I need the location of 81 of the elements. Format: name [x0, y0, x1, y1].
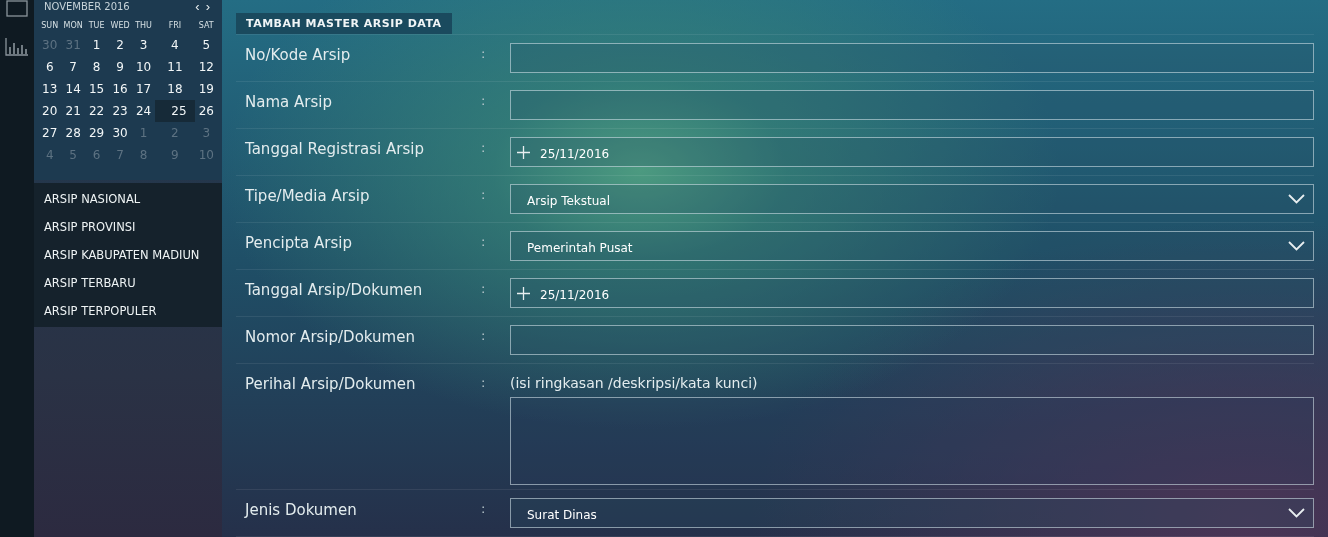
- calendar-day[interactable]: 14: [61, 78, 85, 100]
- date-field[interactable]: 25/11/2016: [510, 278, 1314, 308]
- sidebar-item[interactable]: ARSIP NASIONAL: [34, 185, 222, 213]
- calendar-day[interactable]: 22: [84, 100, 109, 122]
- dropdown-field[interactable]: Pemerintah Pusat: [510, 231, 1314, 261]
- calendar-day[interactable]: 5: [194, 34, 218, 56]
- plus-icon[interactable]: [517, 286, 530, 300]
- field-hint: (isi ringkasan /deskripsi/kata kunci): [510, 374, 759, 393]
- input-field[interactable]: [510, 43, 1314, 73]
- weekday-label: THU: [134, 20, 153, 32]
- chevron-down-icon: [1288, 194, 1305, 204]
- field-label: Pencipta Arsip: [244, 233, 353, 254]
- weekday-label: FRI: [167, 20, 183, 32]
- calendar-day[interactable]: 1: [84, 34, 109, 56]
- calendar-day[interactable]: 21: [61, 100, 85, 122]
- calendar-day[interactable]: 29: [84, 122, 109, 144]
- dropdown-field[interactable]: Surat Dinas: [510, 498, 1314, 528]
- chevron-down-icon: [1288, 508, 1305, 518]
- colon-separator: :: [481, 45, 487, 63]
- text-area[interactable]: [510, 397, 1314, 485]
- calendar-day[interactable]: 24: [131, 100, 156, 122]
- input-field[interactable]: [510, 90, 1314, 120]
- sidebar-item[interactable]: ARSIP TERBARU: [34, 269, 222, 297]
- colon-separator: :: [481, 139, 487, 157]
- sidebar-item[interactable]: ARSIP TERPOPULER: [34, 297, 222, 325]
- colon-separator: :: [481, 280, 487, 298]
- dropdown-field[interactable]: Arsip Tekstual: [510, 184, 1314, 214]
- calendar-day[interactable]: 10: [131, 56, 156, 78]
- calendar-day[interactable]: 28: [61, 122, 85, 144]
- field-label: Jenis Dokumen: [243, 500, 358, 521]
- sidebar-item[interactable]: ARSIP PROVINSI: [34, 213, 222, 241]
- window-icon[interactable]: [6, 0, 28, 17]
- colon-separator: :: [481, 186, 487, 204]
- calendar-day[interactable]: 17: [131, 78, 156, 100]
- calendar-day[interactable]: 18: [155, 78, 195, 100]
- weekday-label: WED: [109, 20, 131, 32]
- calendar-day[interactable]: 7: [61, 56, 85, 78]
- colon-separator: :: [481, 92, 487, 110]
- field-label: Tipe/Media Arsip: [244, 186, 371, 207]
- chevron-down-icon: [1288, 241, 1305, 251]
- form-title: TAMBAH MASTER ARSIP DATA: [236, 13, 452, 34]
- calendar-day[interactable]: 25: [155, 100, 195, 122]
- field-label: Tanggal Registrasi Arsip: [244, 139, 425, 160]
- calendar-day[interactable]: 6: [38, 56, 62, 78]
- bar-chart-icon[interactable]: [5, 37, 29, 56]
- plus-icon[interactable]: [517, 145, 530, 159]
- calendar-day[interactable]: 30: [108, 122, 132, 144]
- field-label: Nomor Arsip/Dokumen: [244, 327, 416, 348]
- calendar-month: NOVEMBER 2016: [44, 1, 130, 13]
- next-month-button[interactable]: ›: [203, 1, 212, 13]
- weekday-label: TUE: [87, 20, 106, 32]
- calendar-day[interactable]: 15: [84, 78, 109, 100]
- calendar-day[interactable]: 20: [38, 100, 62, 122]
- previous-month-button[interactable]: ‹: [193, 1, 202, 13]
- weekday-label: SAT: [197, 20, 215, 32]
- colon-separator: :: [481, 327, 487, 345]
- field-label: Perihal Arsip/Dokumen: [244, 374, 417, 395]
- weekday-label: MON: [62, 20, 84, 32]
- calendar-day[interactable]: 8: [84, 56, 109, 78]
- calendar-day[interactable]: 19: [194, 78, 218, 100]
- calendar-day[interactable]: 12: [194, 56, 218, 78]
- field-label: Tanggal Arsip/Dokumen: [244, 280, 424, 301]
- calendar-day[interactable]: 3: [131, 34, 156, 56]
- calendar-day[interactable]: 11: [155, 56, 195, 78]
- calendar-day[interactable]: 4: [155, 34, 195, 56]
- input-field[interactable]: [510, 325, 1314, 355]
- calendar-day[interactable]: 26: [194, 100, 218, 122]
- calendar-day[interactable]: 27: [38, 122, 62, 144]
- colon-separator: :: [481, 233, 487, 251]
- field-label: No/Kode Arsip: [244, 45, 352, 66]
- weekday-label: SUN: [40, 20, 60, 32]
- calendar-day[interactable]: 23: [108, 100, 132, 122]
- calendar-day[interactable]: 2: [108, 34, 132, 56]
- date-field[interactable]: 25/11/2016: [510, 137, 1314, 167]
- calendar-day[interactable]: 13: [38, 78, 62, 100]
- colon-separator: :: [481, 500, 487, 518]
- field-label: Nama Arsip: [244, 92, 333, 113]
- calendar-day[interactable]: 9: [108, 56, 132, 78]
- colon-separator: :: [481, 374, 487, 392]
- calendar-day[interactable]: 16: [108, 78, 132, 100]
- sidebar-item[interactable]: ARSIP KABUPATEN MADIUN: [34, 241, 222, 269]
